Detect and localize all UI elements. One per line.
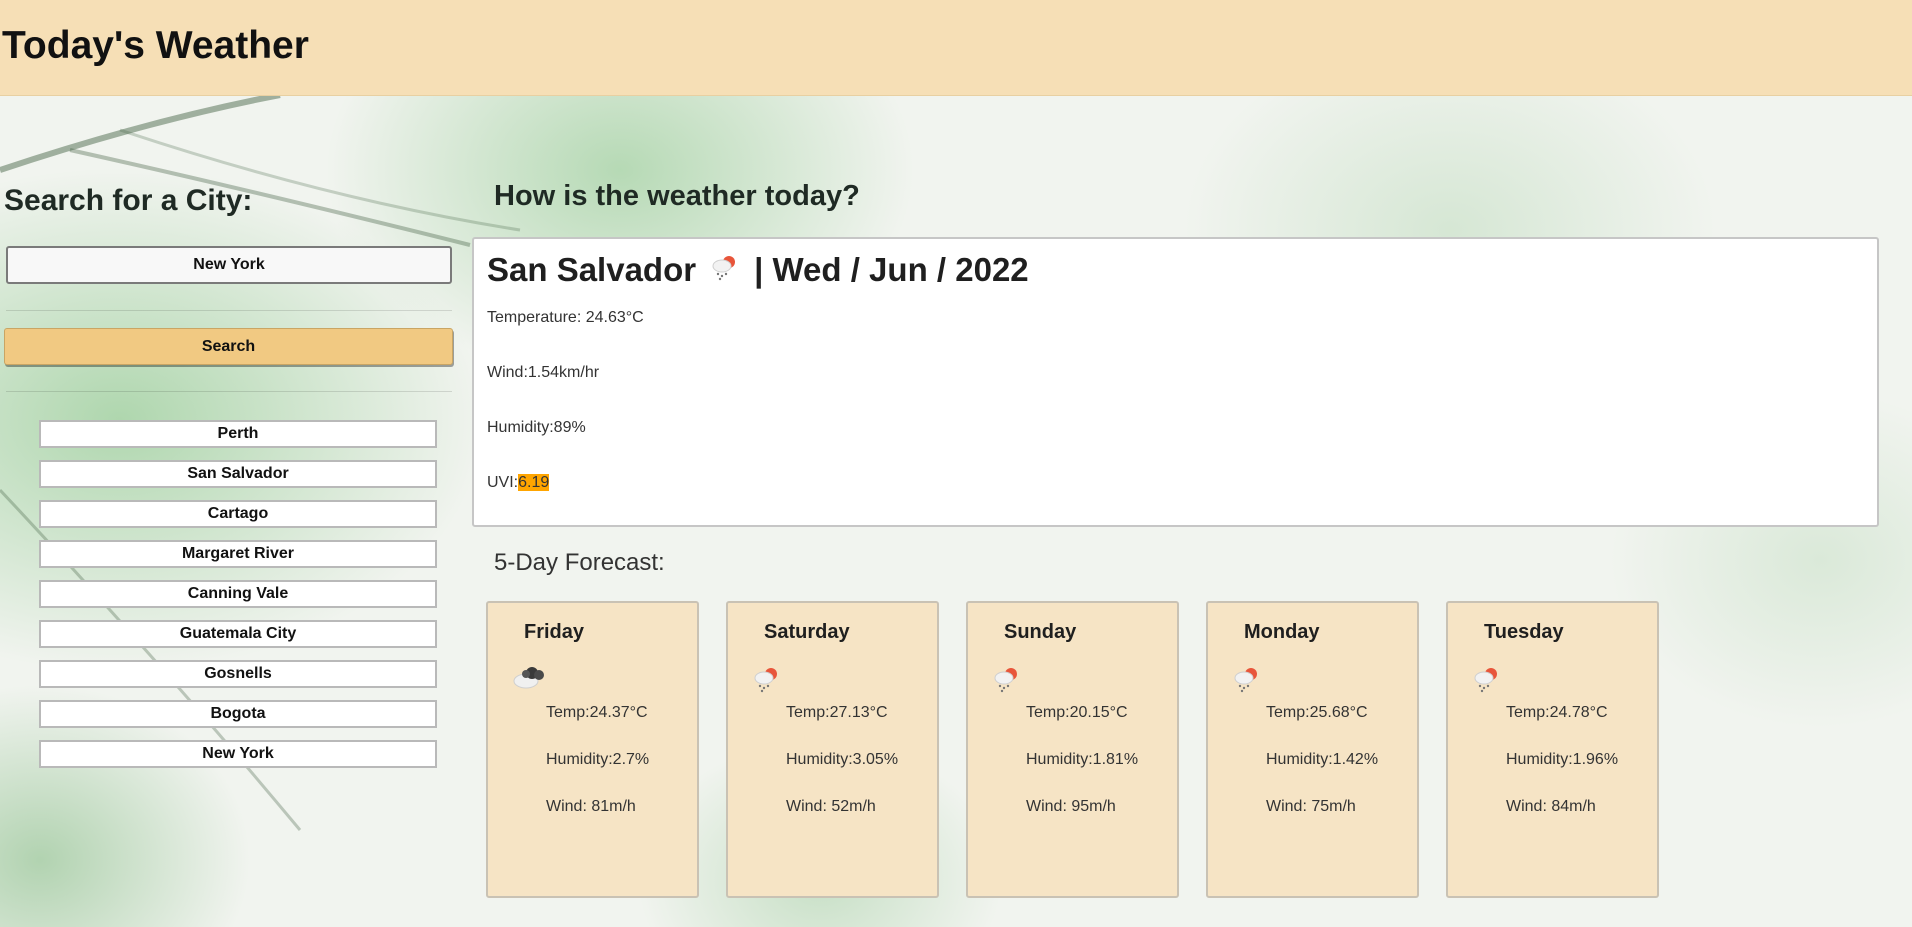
history-city-button[interactable]: Canning Vale xyxy=(39,580,437,608)
current-date: | Wed / Jun / 2022 xyxy=(754,251,1029,288)
forecast-card: Monday Temp:25.68°C Humidity:1.42% Wind:… xyxy=(1206,601,1419,898)
forecast-day: Tuesday xyxy=(1484,621,1564,643)
forecast-temp: Temp:25.68°C xyxy=(1266,704,1368,721)
history-city-button[interactable]: Cartago xyxy=(39,500,437,528)
app-title: Today's Weather xyxy=(2,24,309,67)
uvi-value-badge: 6.19 xyxy=(518,474,550,491)
history-city-button[interactable]: New York xyxy=(39,740,437,768)
forecast-wind: Wind: 95m/h xyxy=(1026,798,1116,815)
current-weather-heading: San Salvador | Wed / Jun / 2022 xyxy=(487,251,1029,289)
forecast-card: Sunday Temp:20.15°C Humidity:1.81% Wind:… xyxy=(966,601,1179,898)
forecast-wind: Wind: 81m/h xyxy=(546,798,636,815)
light-rain-icon xyxy=(752,663,782,698)
history-city-button[interactable]: Margaret River xyxy=(39,540,437,568)
main-title: How is the weather today? xyxy=(494,180,860,212)
forecast-humidity: Humidity:2.7% xyxy=(546,751,650,768)
forecast-temp: Temp:27.13°C xyxy=(786,704,888,721)
forecast-temp: Temp:24.37°C xyxy=(546,704,648,721)
forecast-card: Saturday Temp:27.13°C Humidity:3.05% Win… xyxy=(726,601,939,898)
current-humidity: Humidity:89% xyxy=(487,419,586,436)
uvi-label: UVI: xyxy=(487,474,519,491)
forecast-wind: Wind: 84m/h xyxy=(1506,798,1596,815)
city-search-input[interactable] xyxy=(6,246,452,284)
forecast-card: Tuesday Temp:24.78°C Humidity:1.96% Wind… xyxy=(1446,601,1659,898)
forecast-wind: Wind: 75m/h xyxy=(1266,798,1356,815)
history-city-button[interactable]: Guatemala City xyxy=(39,620,437,648)
current-weather-panel: San Salvador | Wed / Jun / 2022 Temperat… xyxy=(472,237,1879,527)
forecast-day: Friday xyxy=(524,621,585,643)
forecast-day: Saturday xyxy=(764,621,850,643)
current-wind: Wind:1.54km/hr xyxy=(487,364,600,381)
current-city-name: San Salvador xyxy=(487,251,697,288)
history-city-button[interactable]: Bogota xyxy=(39,700,437,728)
current-uvi: UVI:6.19 xyxy=(487,474,550,492)
light-rain-icon xyxy=(1472,663,1502,698)
forecast-humidity: Humidity:1.81% xyxy=(1026,751,1139,768)
forecast-temp: Temp:20.15°C xyxy=(1026,704,1128,721)
app-header: Today's Weather xyxy=(0,0,1912,96)
forecast-humidity: Humidity:1.96% xyxy=(1506,751,1619,768)
forecast-humidity: Humidity:1.42% xyxy=(1266,751,1379,768)
search-button[interactable]: Search xyxy=(4,328,453,365)
dark-cloud-icon xyxy=(512,663,548,696)
light-rain-icon xyxy=(1232,663,1262,698)
forecast-title: 5-Day Forecast: xyxy=(494,549,665,576)
forecast-humidity: Humidity:3.05% xyxy=(786,751,899,768)
forecast-day: Monday xyxy=(1244,621,1320,643)
light-rain-icon xyxy=(992,663,1022,698)
current-temperature: Temperature: 24.63°C xyxy=(487,309,644,326)
history-city-button[interactable]: Perth xyxy=(39,420,437,448)
divider xyxy=(6,391,452,392)
search-history-list: Perth San Salvador Cartago Margaret Rive… xyxy=(39,420,437,780)
history-city-button[interactable]: Gosnells xyxy=(39,660,437,688)
forecast-card: Friday Temp:24.37°C Humidity:2.7% Wind: … xyxy=(486,601,699,898)
forecast-temp: Temp:24.78°C xyxy=(1506,704,1608,721)
light-rain-icon xyxy=(710,251,740,289)
history-city-button[interactable]: San Salvador xyxy=(39,460,437,488)
search-title: Search for a City: xyxy=(4,184,253,217)
forecast-wind: Wind: 52m/h xyxy=(786,798,876,815)
forecast-day: Sunday xyxy=(1004,621,1077,643)
divider xyxy=(6,310,452,311)
